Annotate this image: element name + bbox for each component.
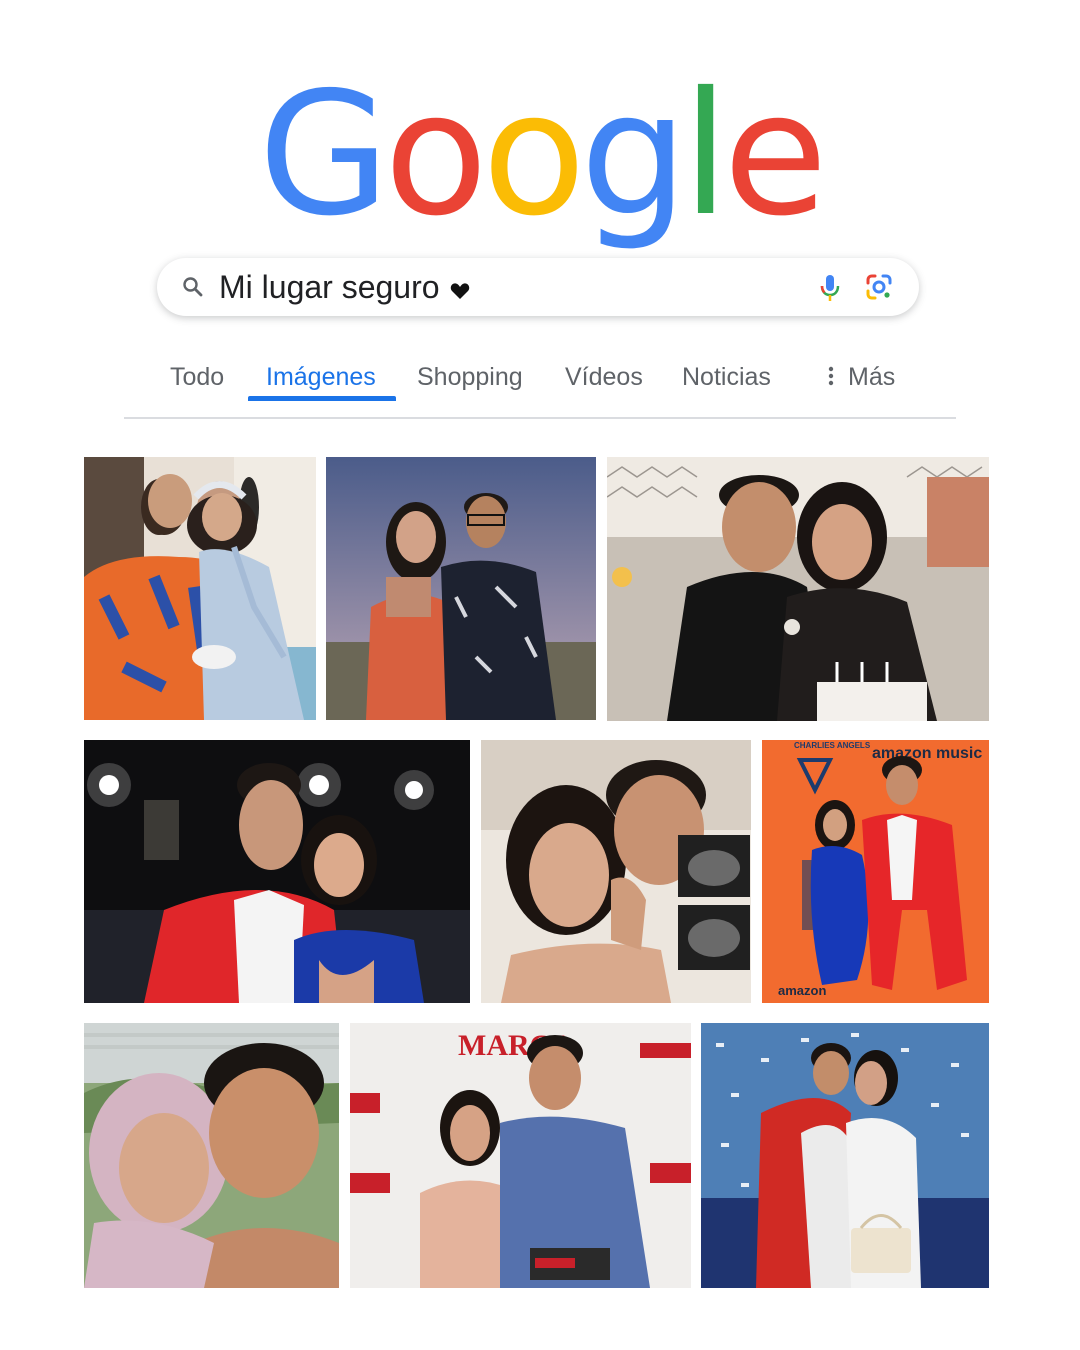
couple-photo (607, 457, 989, 721)
more-vert-icon (828, 366, 834, 386)
active-tab-indicator (248, 396, 396, 401)
search-icon (183, 277, 203, 297)
couple-photo (326, 457, 596, 720)
tab-shopping[interactable]: Shopping (417, 363, 523, 392)
search-tabs: Todo Imágenes Shopping Vídeos Noticias M… (124, 345, 956, 419)
charlies-angels-text: CHARLIES ANGELS (794, 741, 871, 750)
logo-letter: g (580, 56, 688, 254)
logo-letter: e (723, 56, 828, 254)
tab-todo[interactable]: Todo (170, 363, 224, 392)
image-result[interactable] (84, 740, 470, 1003)
search-query: Mi lugar seguro (219, 269, 440, 305)
image-result[interactable]: CHARLIES ANGELS amazon music amazon (762, 740, 989, 1003)
couple-photo (84, 1023, 339, 1288)
couple-photo (84, 457, 316, 720)
couple-photo: CHARLIES ANGELS amazon music amazon (762, 740, 989, 1003)
heart-icon (450, 283, 469, 299)
google-lens-icon[interactable] (865, 273, 893, 301)
tab-imagenes[interactable]: Imágenes (266, 363, 376, 392)
tab-videos[interactable]: Vídeos (565, 363, 643, 392)
tab-mas-label: Más (848, 363, 896, 391)
search-box[interactable]: Mi lugar seguro (157, 258, 919, 316)
tab-noticias[interactable]: Noticias (682, 363, 771, 392)
image-result[interactable] (84, 457, 316, 720)
couple-photo (701, 1023, 989, 1288)
tab-mas[interactable]: Más (828, 363, 895, 392)
image-result[interactable] (84, 1023, 339, 1288)
image-result[interactable]: MARCA (350, 1023, 691, 1288)
logo-letter: G (258, 56, 390, 254)
google-logo: Google (0, 70, 1080, 240)
couple-photo (481, 740, 751, 1003)
logo-letter: l (681, 56, 729, 254)
image-result[interactable] (481, 740, 751, 1003)
couple-photo: MARCA (350, 1023, 691, 1288)
microphone-icon[interactable] (817, 273, 843, 303)
image-result[interactable] (701, 1023, 989, 1288)
amazon-music-text: amazon music (872, 745, 982, 762)
logo-letter: o (383, 56, 488, 254)
couple-photo (84, 740, 470, 1003)
logo-letter: o (481, 56, 586, 254)
image-result[interactable] (607, 457, 989, 721)
amazon-text: amazon (778, 983, 826, 998)
search-input[interactable]: Mi lugar seguro (219, 268, 470, 306)
image-result[interactable] (326, 457, 596, 720)
